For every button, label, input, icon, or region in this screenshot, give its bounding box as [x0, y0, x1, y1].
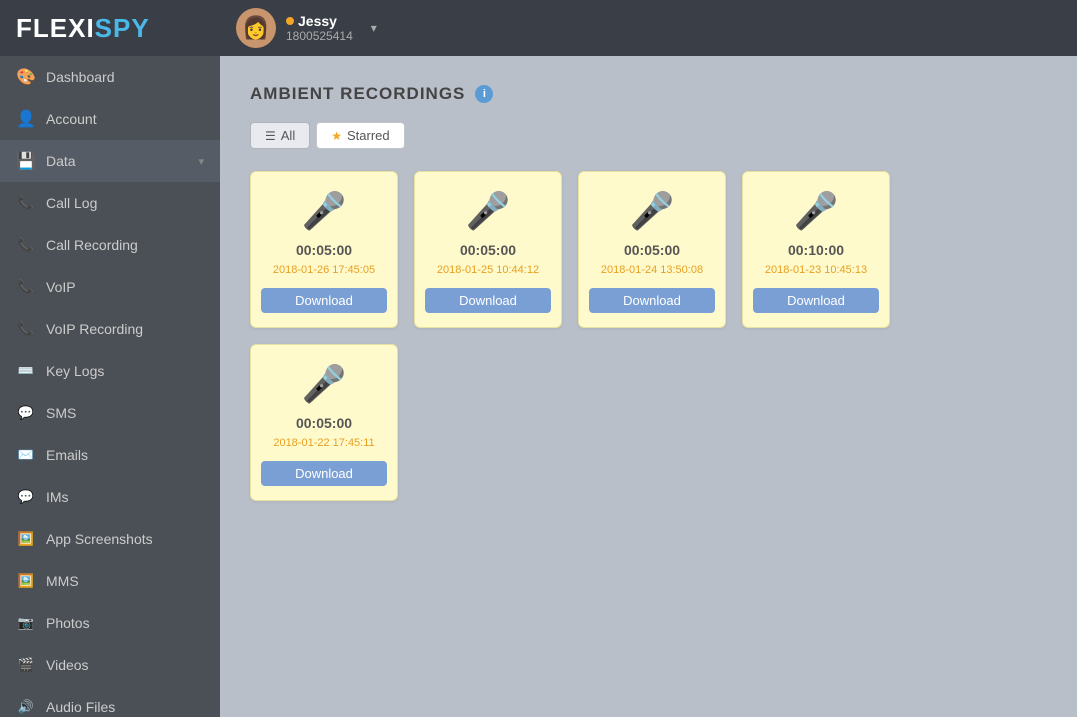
data-icon: 💾 [16, 151, 36, 171]
voip-recording-icon: 📞 [16, 319, 36, 339]
sidebar-item-app-screenshots[interactable]: 🖼️ App Screenshots [0, 518, 220, 560]
sidebar-item-ims[interactable]: 💬 IMs [0, 476, 220, 518]
sidebar-item-data[interactable]: 💾 Data ▾ [0, 140, 220, 182]
sidebar-item-label: App Screenshots [46, 531, 204, 547]
recording-date-0: 2018-01-26 17:45:05 [273, 264, 375, 276]
recording-date-2: 2018-01-24 13:50:08 [601, 264, 703, 276]
logo: FLEXISPY [16, 13, 150, 44]
mic-icon-3: 🎤 [794, 190, 839, 232]
sidebar-item-label: Call Log [46, 195, 204, 211]
call-recording-icon: 📞 [16, 235, 36, 255]
download-button-3[interactable]: Download [753, 288, 879, 313]
app-screenshots-icon: 🖼️ [16, 529, 36, 549]
sidebar-item-label: Call Recording [46, 237, 204, 253]
sidebar-item-label: Data [46, 153, 188, 169]
ims-icon: 💬 [16, 487, 36, 507]
page-title: AMBIENT RECORDINGS [250, 84, 465, 104]
sidebar-item-label: SMS [46, 405, 204, 421]
mic-icon-2: 🎤 [630, 190, 675, 232]
recording-date-3: 2018-01-23 10:45:13 [765, 264, 867, 276]
sidebar-item-photos[interactable]: 📷 Photos [0, 602, 220, 644]
sidebar-item-label: Account [46, 111, 204, 127]
sidebar-item-label: MMS [46, 573, 204, 589]
recording-card-2: 🎤 00:05:00 2018-01-24 13:50:08 Download [578, 171, 726, 328]
topbar: FLEXISPY 👩 Jessy 1800525414 ▾ [0, 0, 1077, 56]
sidebar-item-label: Videos [46, 657, 204, 673]
account-icon: 👤 [16, 109, 36, 129]
user-phone: 1800525414 [286, 29, 353, 43]
sidebar-item-label: Emails [46, 447, 204, 463]
filter-starred-button[interactable]: ★ Starred [316, 122, 404, 149]
sidebar-item-voip[interactable]: 📞 VoIP [0, 266, 220, 308]
filter-row: ☰ All ★ Starred [250, 122, 1047, 149]
main-layout: 🎨 Dashboard 👤 Account 💾 Data ▾ 📞 Call Lo… [0, 56, 1077, 717]
user-info: Jessy 1800525414 [286, 13, 353, 43]
content-area: AMBIENT RECORDINGS i ☰ All ★ Starred 🎤 0… [220, 56, 1077, 717]
recording-duration-2: 00:05:00 [624, 242, 680, 258]
list-icon: ☰ [265, 129, 276, 143]
sidebar-item-label: Audio Files [46, 699, 204, 715]
audio-files-icon: 🔊 [16, 697, 36, 717]
recordings-grid: 🎤 00:05:00 2018-01-26 17:45:05 Download … [250, 171, 1047, 501]
logo-flexi: FLEXI [16, 13, 95, 43]
recording-date-4: 2018-01-22 17:45:11 [273, 437, 374, 449]
sidebar-item-key-logs[interactable]: ⌨️ Key Logs [0, 350, 220, 392]
recording-duration-4: 00:05:00 [296, 415, 352, 431]
sidebar-item-account[interactable]: 👤 Account [0, 98, 220, 140]
star-icon: ★ [331, 129, 342, 143]
filter-all-button[interactable]: ☰ All [250, 122, 310, 149]
avatar: 👩 [236, 8, 276, 48]
sidebar-item-label: VoIP Recording [46, 321, 204, 337]
recording-card-4: 🎤 00:05:00 2018-01-22 17:45:11 Download [250, 344, 398, 501]
sidebar: 🎨 Dashboard 👤 Account 💾 Data ▾ 📞 Call Lo… [0, 56, 220, 717]
sidebar-item-audio-files[interactable]: 🔊 Audio Files [0, 686, 220, 717]
recording-card-1: 🎤 00:05:00 2018-01-25 10:44:12 Download [414, 171, 562, 328]
sidebar-item-label: Dashboard [46, 69, 204, 85]
download-button-2[interactable]: Download [589, 288, 715, 313]
photos-icon: 📷 [16, 613, 36, 633]
mms-icon: 🖼️ [16, 571, 36, 591]
recording-card-3: 🎤 00:10:00 2018-01-23 10:45:13 Download [742, 171, 890, 328]
sidebar-item-label: IMs [46, 489, 204, 505]
sidebar-item-sms[interactable]: 💬 SMS [0, 392, 220, 434]
key-logs-icon: ⌨️ [16, 361, 36, 381]
user-name: Jessy [286, 13, 353, 29]
download-button-0[interactable]: Download [261, 288, 387, 313]
mic-icon-1: 🎤 [466, 190, 511, 232]
recording-duration-0: 00:05:00 [296, 242, 352, 258]
sidebar-item-label: Key Logs [46, 363, 204, 379]
logo-area: FLEXISPY [0, 13, 220, 44]
voip-icon: 📞 [16, 277, 36, 297]
sms-icon: 💬 [16, 403, 36, 423]
sidebar-item-call-recording[interactable]: 📞 Call Recording [0, 224, 220, 266]
sidebar-item-label: Photos [46, 615, 204, 631]
logo-spy: SPY [95, 13, 150, 43]
info-icon[interactable]: i [475, 85, 493, 103]
sidebar-item-call-log[interactable]: 📞 Call Log [0, 182, 220, 224]
recording-date-1: 2018-01-25 10:44:12 [437, 264, 539, 276]
user-dropdown-arrow[interactable]: ▾ [371, 21, 377, 35]
sidebar-item-voip-recording[interactable]: 📞 VoIP Recording [0, 308, 220, 350]
videos-icon: 🎬 [16, 655, 36, 675]
call-log-icon: 📞 [16, 193, 36, 213]
sidebar-item-label: VoIP [46, 279, 204, 295]
recording-card-0: 🎤 00:05:00 2018-01-26 17:45:05 Download [250, 171, 398, 328]
user-area: 👩 Jessy 1800525414 ▾ [220, 8, 377, 48]
mic-icon-0: 🎤 [302, 190, 347, 232]
sidebar-item-mms[interactable]: 🖼️ MMS [0, 560, 220, 602]
mic-icon-4: 🎤 [302, 363, 347, 405]
online-indicator [286, 17, 294, 25]
recording-duration-3: 00:10:00 [788, 242, 844, 258]
page-title-row: AMBIENT RECORDINGS i [250, 84, 1047, 104]
download-button-1[interactable]: Download [425, 288, 551, 313]
sidebar-item-dashboard[interactable]: 🎨 Dashboard [0, 56, 220, 98]
sidebar-item-videos[interactable]: 🎬 Videos [0, 644, 220, 686]
emails-icon: ✉️ [16, 445, 36, 465]
recording-duration-1: 00:05:00 [460, 242, 516, 258]
chevron-down-icon: ▾ [198, 155, 204, 168]
sidebar-item-emails[interactable]: ✉️ Emails [0, 434, 220, 476]
download-button-4[interactable]: Download [261, 461, 387, 486]
dashboard-icon: 🎨 [16, 67, 36, 87]
